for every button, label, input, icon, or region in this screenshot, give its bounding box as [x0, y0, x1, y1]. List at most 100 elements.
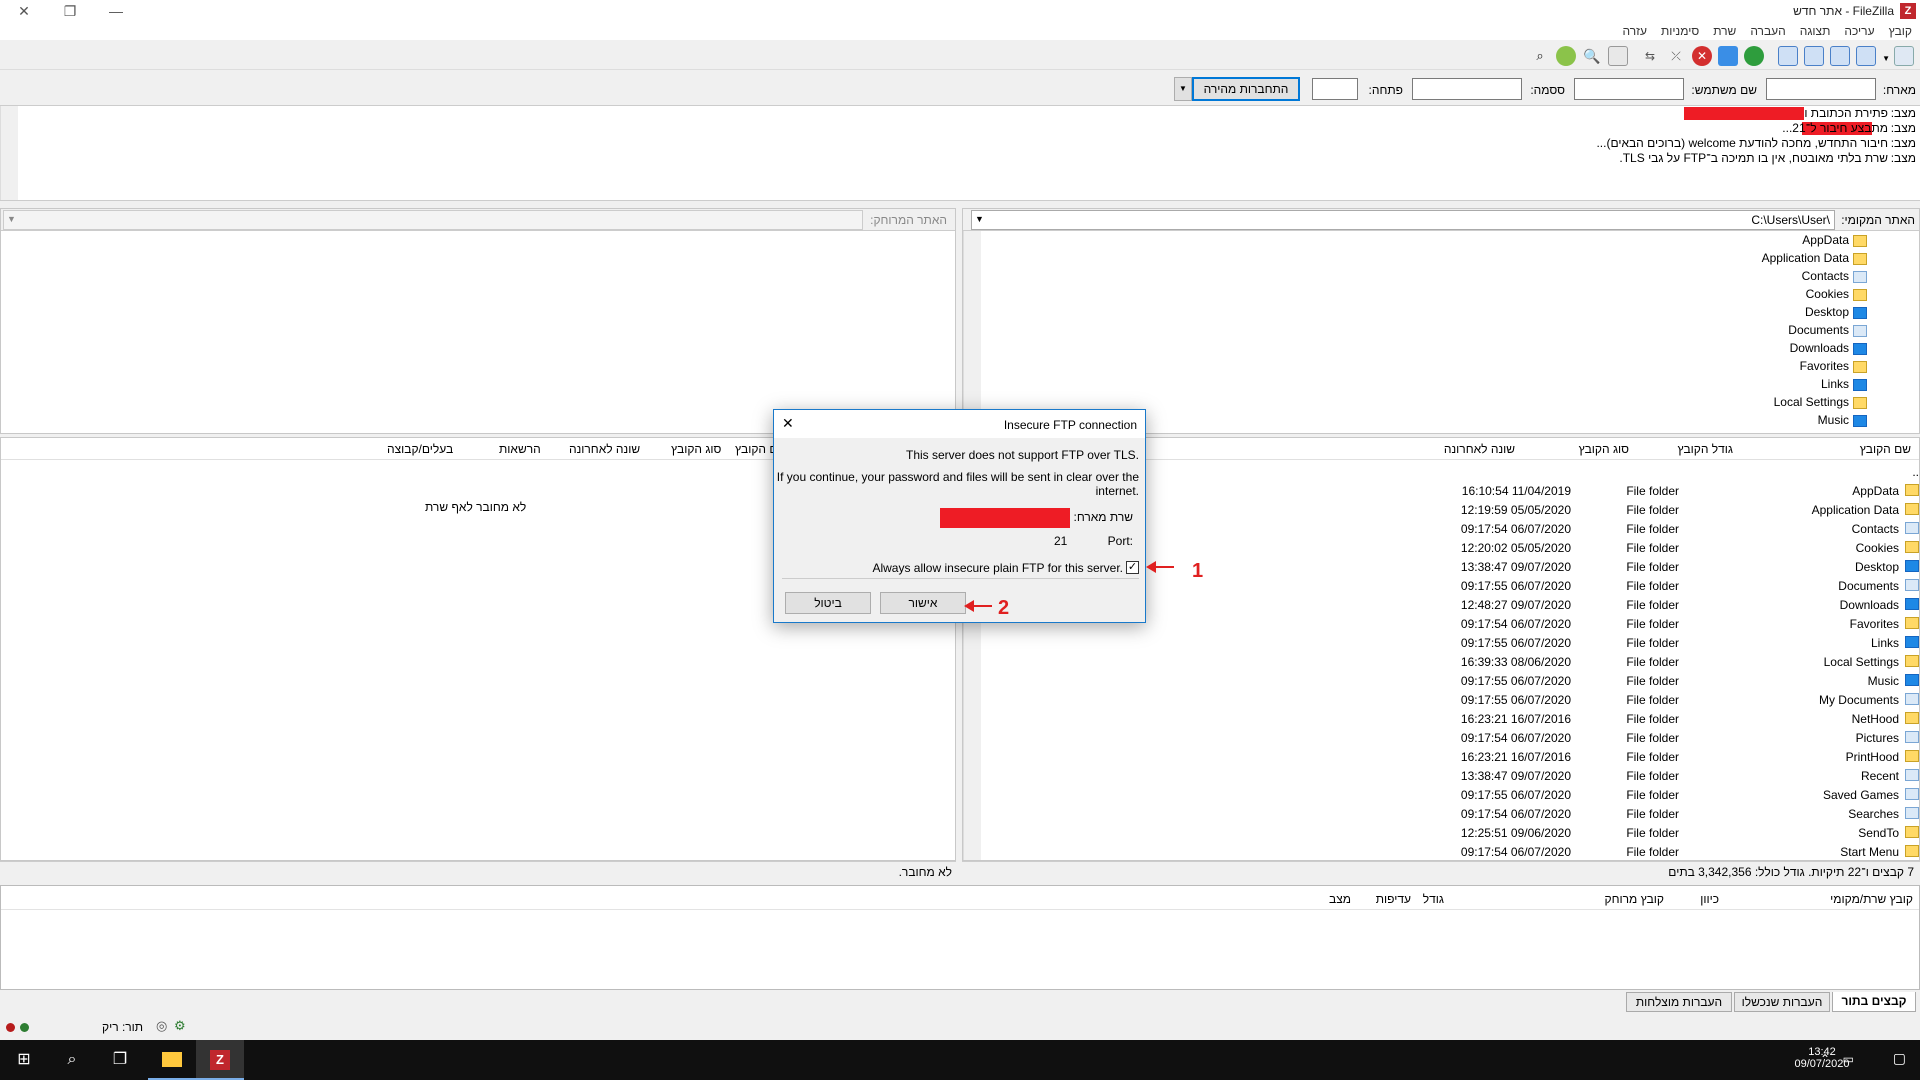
password-input[interactable] [1412, 78, 1522, 100]
dialog-message-2b: internet. [1095, 484, 1139, 498]
menu-view[interactable]: תצוגה [1800, 24, 1831, 38]
table-row[interactable]: Music File folder 09:17:55 06/07/2020 [981, 671, 1919, 690]
col-priority[interactable]: עדיפות [1376, 892, 1411, 906]
always-allow-checkbox[interactable]: ✓ [1126, 561, 1139, 574]
search-icon[interactable]: ⌕ [48, 1040, 96, 1080]
cancel-operation-icon[interactable]: ✕ [1692, 46, 1712, 66]
table-row[interactable]: Pictures File folder 09:17:54 06/07/2020 [981, 728, 1919, 747]
reconnect-icon[interactable]: ⇆ [1640, 46, 1660, 66]
tree-item[interactable]: Downloads [947, 341, 1867, 359]
toggle-local-tree-icon[interactable] [1830, 46, 1850, 66]
folder-icon [1905, 598, 1919, 610]
local-tree-scrollbar[interactable] [963, 231, 981, 433]
toggle-log-icon[interactable] [1856, 46, 1876, 66]
menu-help[interactable]: עזרה [1622, 24, 1647, 38]
cancel-button[interactable]: ביטול [785, 592, 871, 614]
table-row[interactable]: Start Menu File folder 09:17:54 06/07/2020 [981, 842, 1919, 860]
col-modified[interactable]: שונה לאחרונה [1444, 442, 1515, 456]
folder-icon [1905, 579, 1919, 591]
folder-icon [1905, 522, 1919, 534]
col-filetype[interactable]: סוג הקובץ [1579, 442, 1629, 456]
tree-item[interactable]: Application Data [947, 251, 1867, 269]
table-row[interactable]: Local Settings File folder 16:39:33 08/06/… [981, 652, 1919, 671]
tab-queued-files[interactable]: קבצים בתור [1832, 992, 1916, 1012]
col-direction[interactable]: כיוון [1700, 892, 1719, 906]
table-row[interactable]: My Documents File folder 09:17:55 06/07/20… [981, 690, 1919, 709]
host-input[interactable] [1766, 78, 1876, 100]
notification-icon[interactable]: ▢ [1893, 1050, 1906, 1067]
dialog-close-icon[interactable]: ✕ [782, 415, 794, 432]
filezilla-taskbar-icon[interactable]: Z [196, 1040, 244, 1080]
col-filename[interactable]: שם הקובץ [1860, 442, 1911, 456]
col-permissions[interactable]: הרשאות [499, 442, 541, 456]
menu-edit[interactable]: עריכה [1844, 24, 1874, 38]
file-modified: 12:20:02 05/05/2020 [1460, 541, 1571, 555]
binoculars-icon[interactable]: ⌕ [1530, 46, 1550, 66]
col-local-file[interactable]: קובץ שרת/מקומי [1830, 892, 1913, 906]
ok-button[interactable]: אישור [880, 592, 966, 614]
col-filesize[interactable]: גודל הקובץ [1677, 442, 1733, 456]
table-row[interactable]: Searches File folder 09:17:54 06/07/2020 [981, 804, 1919, 823]
disconnect-icon[interactable]: ⤫ [1666, 46, 1686, 66]
tree-item[interactable]: Favorites [947, 359, 1867, 377]
clock[interactable]: 13:42 09/07/2020 [1782, 1046, 1862, 1070]
windows-start-icon[interactable]: ⊞ [0, 1040, 48, 1080]
col-owner[interactable]: בעלים/קבוצה [387, 442, 453, 456]
gear-icon[interactable]: ⚙ [174, 1018, 186, 1034]
find-files-icon[interactable]: 🔍 [1582, 46, 1602, 66]
toggle-queue-icon[interactable] [1778, 46, 1798, 66]
file-name: SendTo [1858, 826, 1899, 840]
quickconnect-button[interactable]: התחברות מהירה [1192, 77, 1300, 101]
tree-item[interactable]: AppData [947, 233, 1867, 251]
table-row[interactable]: PrintHood File folder 16:23:21 16/07/2016 [981, 747, 1919, 766]
port-input[interactable] [1312, 78, 1358, 100]
site-manager-icon[interactable] [1894, 46, 1914, 66]
menu-server[interactable]: שרת [1713, 24, 1736, 38]
log-line: מצב:שרת בלתי מאובטח, אין בו תמיכה ב־FTP … [1619, 151, 1916, 165]
menu-transfer[interactable]: העברה [1750, 24, 1785, 38]
file-name: Saved Games [1822, 788, 1899, 802]
col-size[interactable]: גודל [1423, 892, 1444, 906]
file-name: .. [1912, 465, 1919, 479]
tree-item[interactable]: Cookies [947, 287, 1867, 305]
tab-successful-transfers[interactable]: העברות מוצלחות [1626, 992, 1732, 1012]
table-row[interactable]: Recent File folder 13:38:47 09/07/2020 [981, 766, 1919, 785]
synchronized-browsing-icon[interactable] [1556, 46, 1576, 66]
tree-item[interactable]: Links [947, 377, 1867, 395]
username-input[interactable] [1574, 78, 1684, 100]
local-path-combo[interactable]: C:\Users\User\ ▼ [971, 210, 1835, 230]
col-remote-file[interactable]: קובץ מרוחק [1604, 892, 1664, 906]
tree-item[interactable]: Documents [947, 323, 1867, 341]
folder-icon [1905, 541, 1919, 553]
refresh-icon[interactable] [1744, 46, 1764, 66]
minimize-window-icon[interactable]: — [106, 2, 126, 20]
menu-file[interactable]: קובץ [1889, 24, 1912, 38]
toggle-remote-tree-icon[interactable] [1804, 46, 1824, 66]
restore-window-icon[interactable]: ❐ [60, 2, 80, 20]
tree-item[interactable]: Contacts [947, 269, 1867, 287]
message-log: מצב:פתירת הכתובת ו מצב:מתבצע חיבור ל־21.… [0, 106, 1920, 201]
table-row[interactable]: NetHood File folder 16:23:21 16/07/2016 [981, 709, 1919, 728]
file-name: Searches [1848, 807, 1899, 821]
col-remote-modified[interactable]: שונה לאחרונה [569, 442, 640, 456]
col-state[interactable]: מצב [1329, 892, 1351, 906]
file-explorer-icon[interactable] [148, 1040, 196, 1080]
table-row[interactable]: Links File folder 09:17:55 06/07/2020 [981, 633, 1919, 652]
file-modified: 09:17:54 06/07/2020 [1460, 617, 1571, 631]
file-name: NetHood [1851, 712, 1899, 726]
task-view-icon[interactable]: ❐ [96, 1040, 144, 1080]
col-remote-filetype[interactable]: סוג הקובץ [671, 442, 721, 456]
log-scrollbar[interactable] [0, 106, 18, 200]
tree-item[interactable]: Desktop [947, 305, 1867, 323]
site-manager-dropdown-icon[interactable]: ▼ [1882, 54, 1890, 63]
table-row[interactable]: Saved Games File folder 09:17:55 06/07/202… [981, 785, 1919, 804]
directory-filter-icon[interactable] [1608, 46, 1628, 66]
process-queue-icon[interactable] [1718, 46, 1738, 66]
speed-limit-icon[interactable]: ◎ [156, 1018, 167, 1034]
table-row[interactable]: SendTo File folder 12:25:51 09/06/2020 [981, 823, 1919, 842]
close-window-icon[interactable]: ✕ [14, 2, 34, 20]
quickconnect-dropdown-icon[interactable]: ▼ [1174, 77, 1192, 101]
remote-path-combo[interactable]: ▼ [3, 210, 863, 230]
menu-bookmarks[interactable]: סימניות [1661, 24, 1699, 38]
tab-failed-transfers[interactable]: העברות שנכשלו [1734, 992, 1830, 1012]
